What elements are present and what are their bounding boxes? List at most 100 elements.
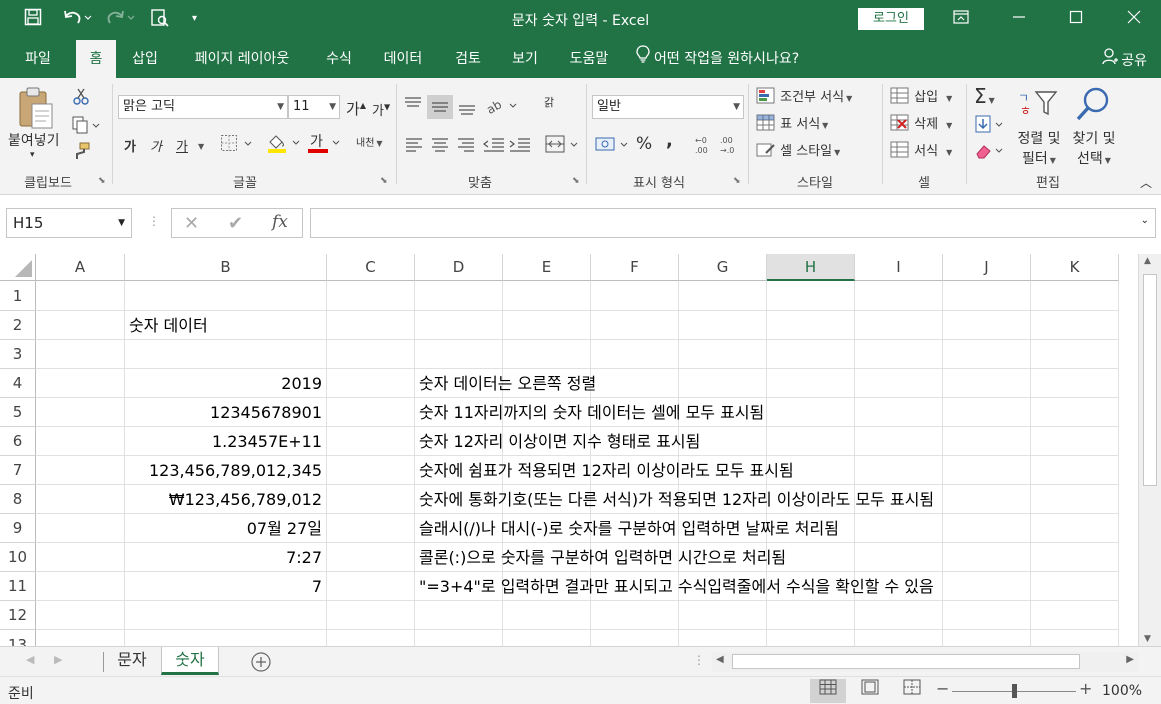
cell-a9[interactable] bbox=[36, 514, 125, 543]
cell-d13[interactable] bbox=[415, 630, 503, 646]
paste-button[interactable]: 붙여넣기 bbox=[8, 130, 60, 150]
cell-e12[interactable] bbox=[503, 601, 591, 630]
page-layout-view-icon[interactable] bbox=[852, 679, 888, 703]
cell-c4[interactable] bbox=[327, 369, 415, 398]
cell-b2[interactable]: 숫자 데이터 bbox=[125, 311, 327, 340]
orientation-icon[interactable]: ab bbox=[484, 96, 520, 120]
wrap-text-button[interactable]: 갉 bbox=[544, 94, 554, 110]
cell-c1[interactable] bbox=[327, 281, 415, 311]
cell-j7[interactable] bbox=[943, 456, 1031, 485]
cell-j4[interactable] bbox=[943, 369, 1031, 398]
cell-k9[interactable] bbox=[1031, 514, 1119, 543]
increase-decimal-icon[interactable]: ←0.00.00 →.0 bbox=[694, 134, 742, 160]
scroll-left-icon[interactable]: ◀ bbox=[716, 654, 724, 665]
grow-font-button[interactable]: 가▲ bbox=[346, 98, 366, 119]
cell-a10[interactable] bbox=[36, 543, 125, 572]
insert-cells-button[interactable]: 삽입 ▼ bbox=[890, 86, 952, 109]
cell-j3[interactable] bbox=[943, 340, 1031, 369]
cell-k5[interactable] bbox=[1031, 398, 1119, 427]
copy-icon[interactable] bbox=[72, 116, 100, 138]
find-select-button[interactable]: 찾기 및 선택 ▼ bbox=[1066, 128, 1122, 168]
close-icon[interactable] bbox=[1119, 6, 1149, 32]
cell-i2[interactable] bbox=[855, 311, 943, 340]
cell-k2[interactable] bbox=[1031, 311, 1119, 340]
enter-check-icon[interactable]: ✔ bbox=[228, 213, 243, 234]
cell-g12[interactable] bbox=[679, 601, 767, 630]
shrink-font-button[interactable]: 가▼ bbox=[372, 100, 390, 119]
cell-d12[interactable] bbox=[415, 601, 503, 630]
cancel-icon[interactable]: ✕ bbox=[184, 213, 199, 234]
cell-b4[interactable]: 2019 bbox=[125, 369, 327, 398]
prev-sheet-icon[interactable]: ◀ bbox=[26, 653, 34, 666]
tab-file[interactable]: 파일 bbox=[10, 40, 66, 78]
cell-f4[interactable] bbox=[591, 369, 679, 398]
row-header-10[interactable]: 10 bbox=[0, 543, 36, 572]
cell-j12[interactable] bbox=[943, 601, 1031, 630]
cell-c5[interactable] bbox=[327, 398, 415, 427]
paste-icon[interactable] bbox=[16, 86, 56, 134]
font-launcher-icon[interactable]: ⬊ bbox=[380, 176, 388, 186]
cell-a1[interactable] bbox=[36, 281, 125, 311]
fill-icon[interactable] bbox=[974, 114, 1006, 138]
normal-view-icon[interactable] bbox=[810, 679, 846, 703]
cell-k3[interactable] bbox=[1031, 340, 1119, 369]
borders-icon[interactable] bbox=[220, 134, 254, 156]
alignment-launcher-icon[interactable]: ⬊ bbox=[572, 176, 580, 186]
cell-e3[interactable] bbox=[503, 340, 591, 369]
cell-i13[interactable] bbox=[855, 630, 943, 646]
cell-h2[interactable] bbox=[767, 311, 855, 340]
cell-j2[interactable] bbox=[943, 311, 1031, 340]
collapse-ribbon-icon[interactable]: ︿ bbox=[1140, 174, 1152, 191]
autosum-icon[interactable]: Σ ▼ bbox=[974, 84, 995, 108]
tab-help[interactable]: 도움말 bbox=[558, 40, 620, 78]
worksheet-grid[interactable]: A B C D E F G H I J K 1 2 숫자 데이터 3 4 2019 숫자 데이터는 오른쪽 정렬 5… bbox=[0, 254, 1138, 646]
cell-a3[interactable] bbox=[36, 340, 125, 369]
cell-k11[interactable] bbox=[1031, 572, 1119, 601]
cell-i12[interactable] bbox=[855, 601, 943, 630]
tab-data[interactable]: 데이터 bbox=[372, 40, 434, 78]
cell-c6[interactable] bbox=[327, 427, 415, 456]
comma-style-button[interactable]: , bbox=[666, 130, 673, 151]
accounting-format-icon[interactable] bbox=[594, 134, 630, 158]
cell-a11[interactable] bbox=[36, 572, 125, 601]
cell-g1[interactable] bbox=[679, 281, 767, 311]
column-header-i[interactable]: I bbox=[855, 254, 943, 281]
column-header-c[interactable]: C bbox=[327, 254, 415, 281]
align-top-icon[interactable] bbox=[402, 94, 482, 124]
cell-d11[interactable]: "=3+4"로 입력하면 결과만 표시되고 수식입력줄에서 수식을 확인할 수 … bbox=[415, 572, 934, 601]
underline-dropdown-icon[interactable]: ▼ bbox=[196, 138, 204, 153]
share-button[interactable]: 공유 bbox=[1102, 40, 1147, 78]
cell-f12[interactable] bbox=[591, 601, 679, 630]
row-header-2[interactable]: 2 bbox=[0, 311, 36, 340]
save-icon[interactable] bbox=[24, 8, 42, 30]
cell-e2[interactable] bbox=[503, 311, 591, 340]
row-header-11[interactable]: 11 bbox=[0, 572, 36, 601]
zoom-in-icon[interactable]: + bbox=[1079, 679, 1092, 698]
cell-c2[interactable] bbox=[327, 311, 415, 340]
cell-c12[interactable] bbox=[327, 601, 415, 630]
cell-j13[interactable] bbox=[943, 630, 1031, 646]
cell-h5[interactable] bbox=[767, 398, 855, 427]
cell-d1[interactable] bbox=[415, 281, 503, 311]
maximize-icon[interactable] bbox=[1061, 6, 1091, 32]
cell-c11[interactable] bbox=[327, 572, 415, 601]
cell-b10[interactable]: 7:27 bbox=[125, 543, 327, 572]
cell-e13[interactable] bbox=[503, 630, 591, 646]
delete-cells-button[interactable]: 삭제 ▼ bbox=[890, 113, 952, 136]
column-header-h[interactable]: H bbox=[767, 254, 855, 281]
cell-a6[interactable] bbox=[36, 427, 125, 456]
cell-b1[interactable] bbox=[125, 281, 327, 311]
column-header-f[interactable]: F bbox=[591, 254, 679, 281]
cell-a12[interactable] bbox=[36, 601, 125, 630]
cell-i3[interactable] bbox=[855, 340, 943, 369]
cell-c10[interactable] bbox=[327, 543, 415, 572]
format-painter-icon[interactable] bbox=[72, 142, 90, 164]
tell-me-box[interactable]: 어떤 작업을 원하시나요? bbox=[636, 40, 836, 78]
cell-a2[interactable] bbox=[36, 311, 125, 340]
clear-icon[interactable] bbox=[974, 140, 1006, 164]
column-header-e[interactable]: E bbox=[503, 254, 591, 281]
underline-button[interactable]: 가 bbox=[176, 136, 188, 155]
tab-insert[interactable]: 삽입 bbox=[122, 40, 168, 78]
cell-d6[interactable]: 숫자 12자리 이상이면 지수 형태로 표시됨 bbox=[415, 427, 700, 456]
cell-i5[interactable] bbox=[855, 398, 943, 427]
